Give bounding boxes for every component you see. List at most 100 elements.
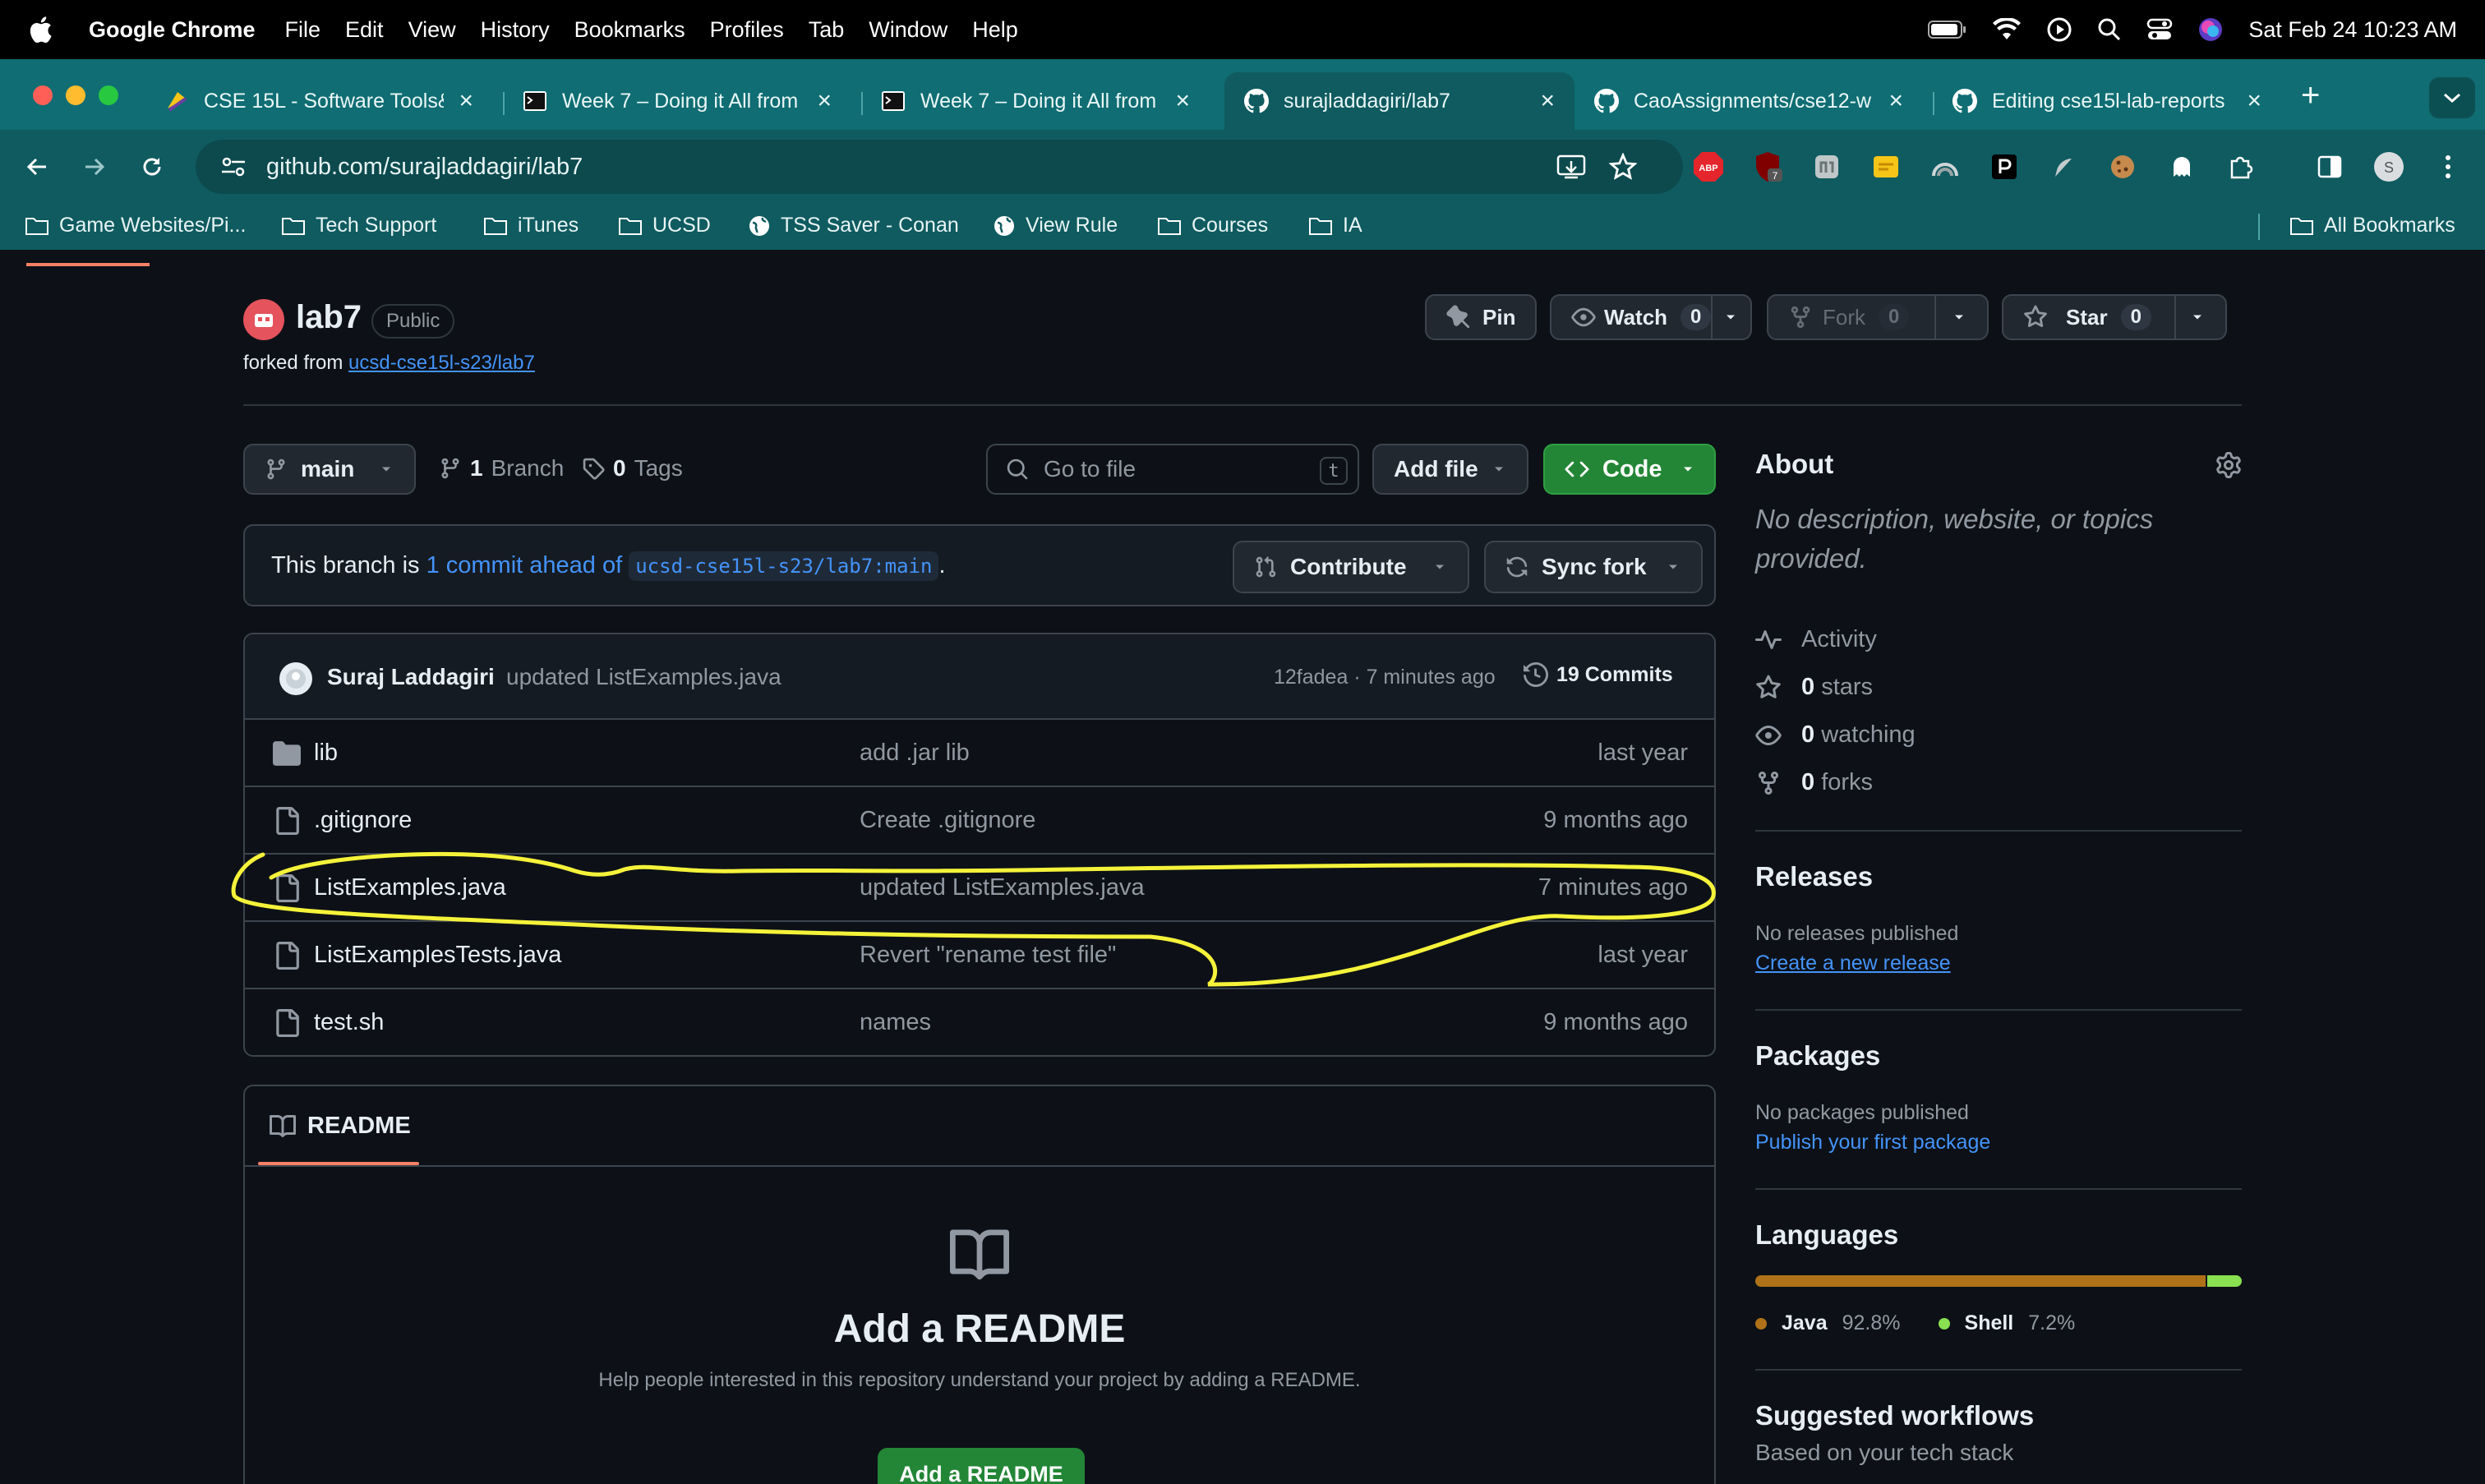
minimize-window-button[interactable]: [66, 85, 85, 105]
chrome-menu-kebab-icon[interactable]: [2429, 148, 2467, 186]
bookmark-star-icon[interactable]: [1609, 153, 1637, 181]
file-commit-message-link[interactable]: updated ListExamples.java: [860, 874, 1145, 901]
file-name-link[interactable]: ListExamples.java: [314, 874, 506, 901]
commit-message-link[interactable]: updated ListExamples.java: [506, 664, 781, 690]
reload-icon[interactable]: [133, 148, 171, 186]
contribute-button[interactable]: Contribute: [1233, 541, 1469, 593]
bookmark-view-rule[interactable]: View Rule: [993, 214, 1118, 237]
fork-button[interactable]: Fork 0: [1767, 294, 1989, 340]
branches-link[interactable]: 1 Branch: [439, 455, 564, 482]
forked-from-link[interactable]: ucsd-cse15l-s23/lab7: [348, 352, 535, 374]
honey-extension-icon[interactable]: [1867, 148, 1905, 186]
p-extension-icon[interactable]: [1985, 148, 2023, 186]
watch-button[interactable]: Watch 0: [1550, 294, 1752, 340]
commit-author-link[interactable]: Suraj Laddagiri: [327, 664, 495, 690]
repo-name[interactable]: lab7: [296, 299, 362, 336]
menu-tab[interactable]: Tab: [809, 17, 845, 43]
file-row[interactable]: test.sh names 9 months ago: [245, 989, 1714, 1055]
address-url[interactable]: github.com/surajladdagiri/lab7: [266, 154, 583, 181]
ghost-extension-icon[interactable]: [2163, 148, 2201, 186]
menu-history[interactable]: History: [481, 17, 550, 43]
file-name-link[interactable]: lib: [314, 740, 338, 767]
file-commit-message-link[interactable]: add .jar lib: [860, 740, 970, 767]
close-tab-icon[interactable]: ×: [817, 87, 832, 115]
language-legend-item[interactable]: Shell 7.2%: [1938, 1311, 2075, 1335]
spotlight-search-icon[interactable]: [2097, 17, 2122, 42]
file-name-link[interactable]: test.sh: [314, 1009, 384, 1036]
extensions-puzzle-icon[interactable]: [2222, 148, 2260, 186]
commits-history-link[interactable]: 19 Commits: [1524, 662, 1673, 687]
add-file-button[interactable]: Add file: [1372, 444, 1528, 495]
bookmark-tss-saver[interactable]: TSS Saver - Conan: [748, 214, 959, 237]
menu-file[interactable]: File: [285, 17, 321, 43]
site-info-tune-icon[interactable]: [220, 155, 247, 178]
tab-week7-a[interactable]: Week 7 – Doing it All from ×: [503, 72, 851, 130]
wifi-icon[interactable]: [1992, 18, 2022, 41]
close-tab-icon[interactable]: ×: [2247, 87, 2261, 115]
caret-down-icon[interactable]: [1951, 309, 1967, 325]
file-name-link[interactable]: .gitignore: [314, 807, 412, 834]
install-app-icon[interactable]: [1556, 153, 1586, 181]
profile-avatar[interactable]: S: [2370, 148, 2408, 186]
file-commit-message-link[interactable]: names: [860, 1009, 931, 1036]
menu-app-name[interactable]: Google Chrome: [89, 17, 256, 43]
tab-cse15l[interactable]: CSE 15L - Software Tools& ×: [145, 72, 493, 130]
file-row[interactable]: ListExamplesTests.java Revert "rename tes…: [245, 922, 1714, 989]
now-playing-icon[interactable]: [2046, 16, 2072, 43]
cookie-extension-icon[interactable]: [2104, 148, 2142, 186]
bookmark-ia[interactable]: IA: [1308, 214, 1362, 237]
watchers-link[interactable]: 0 watching: [1755, 721, 1916, 749]
forward-arrow-icon[interactable]: [76, 148, 113, 186]
gear-icon[interactable]: [2215, 452, 2242, 478]
bookmark-game-websites[interactable]: Game Websites/Pi...: [25, 214, 246, 237]
packages-heading[interactable]: Packages: [1755, 1040, 1880, 1072]
extension-puzzle-grey-icon[interactable]: [1808, 148, 1846, 186]
readme-tab[interactable]: README: [270, 1113, 411, 1140]
apple-logo-icon[interactable]: [28, 15, 53, 44]
releases-heading[interactable]: Releases: [1755, 861, 1873, 892]
pin-button[interactable]: Pin: [1425, 294, 1537, 340]
bookmark-tech-support[interactable]: Tech Support: [281, 214, 436, 237]
branch-selector[interactable]: main: [243, 444, 416, 495]
all-bookmarks[interactable]: All Bookmarks: [2289, 214, 2455, 237]
close-tab-icon[interactable]: ×: [459, 87, 473, 115]
stars-link[interactable]: 0 stars: [1755, 674, 1873, 701]
tab-editing-reports[interactable]: Editing cse15l-lab-reports ×: [1933, 72, 2281, 130]
caret-down-icon[interactable]: [1722, 309, 1739, 325]
address-bar[interactable]: github.com/surajladdagiri/lab7: [196, 140, 1683, 194]
file-row[interactable]: lib add .jar lib last year: [245, 720, 1714, 787]
add-readme-button[interactable]: Add a README: [878, 1448, 1085, 1484]
feather-extension-icon[interactable]: [2045, 148, 2082, 186]
sync-fork-button[interactable]: Sync fork: [1484, 541, 1703, 593]
adblock-plus-icon[interactable]: ABP: [1690, 148, 1727, 186]
tab-week7-b[interactable]: Week 7 – Doing it All from ×: [861, 72, 1210, 130]
file-row[interactable]: ListExamples.java updated ListExamples.ja…: [245, 855, 1714, 922]
forks-link[interactable]: 0 forks: [1755, 769, 1873, 796]
tab-search-chevron-icon[interactable]: [2429, 77, 2475, 118]
code-button[interactable]: Code: [1543, 444, 1716, 495]
bookmark-itunes[interactable]: iTunes: [483, 214, 579, 237]
activity-link[interactable]: Activity: [1755, 626, 1877, 653]
commits-ahead-link[interactable]: 1 commit ahead of: [426, 552, 623, 578]
back-arrow-icon[interactable]: [18, 148, 56, 186]
tab-caoassignments[interactable]: CaoAssignments/cse12-w ×: [1574, 72, 1923, 130]
bookmark-ucsd[interactable]: UCSD: [618, 214, 711, 237]
menu-window[interactable]: Window: [869, 17, 947, 43]
rainbow-extension-icon[interactable]: [1926, 148, 1964, 186]
close-tab-icon[interactable]: ×: [1540, 87, 1555, 115]
zoom-window-button[interactable]: [99, 85, 118, 105]
file-commit-message-link[interactable]: Revert "rename test file": [860, 942, 1116, 969]
commit-hash-and-time[interactable]: 12fadea · 7 minutes ago: [1274, 666, 1496, 689]
menubar-datetime[interactable]: Sat Feb 24 10:23 AM: [2248, 17, 2457, 43]
create-release-link[interactable]: Create a new release: [1755, 952, 1951, 975]
upstream-ref[interactable]: ucsd-cse15l-s23/lab7:main: [629, 551, 939, 581]
control-center-icon[interactable]: [2146, 17, 2173, 42]
close-tab-icon[interactable]: ×: [1175, 87, 1190, 115]
menu-profiles[interactable]: Profiles: [710, 17, 784, 43]
menu-help[interactable]: Help: [972, 17, 1018, 43]
go-to-file-input[interactable]: Go to file t: [986, 444, 1359, 495]
commit-author-avatar[interactable]: [279, 662, 312, 695]
new-tab-plus-icon[interactable]: +: [2301, 77, 2320, 114]
side-panel-icon[interactable]: [2311, 148, 2349, 186]
close-window-button[interactable]: [33, 85, 53, 105]
